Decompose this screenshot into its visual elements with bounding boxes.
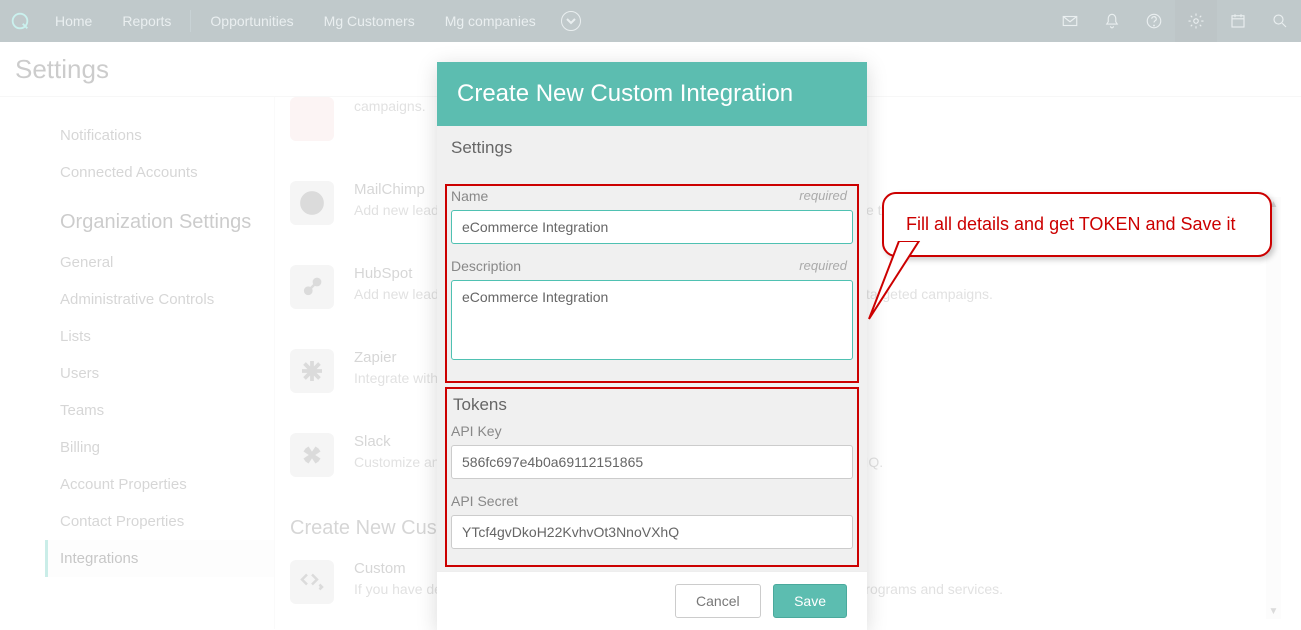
callout-text: Fill all details and get TOKEN and Save … [906, 212, 1248, 237]
tokens-highlight: Tokens API Key API Secret [445, 387, 859, 567]
tokens-heading: Tokens [453, 395, 853, 415]
cancel-button[interactable]: Cancel [675, 584, 761, 618]
annotation-callout: Fill all details and get TOKEN and Save … [882, 192, 1272, 257]
apikey-label: API Key [451, 423, 853, 439]
description-input[interactable] [451, 280, 853, 360]
create-integration-modal: Create New Custom Integration Settings N… [437, 62, 867, 630]
apisecret-label: API Secret [451, 493, 853, 509]
description-label: Description [451, 258, 853, 274]
apisecret-input[interactable] [451, 515, 853, 549]
apikey-input[interactable] [451, 445, 853, 479]
callout-tail-icon [864, 241, 924, 321]
modal-title: Create New Custom Integration [437, 62, 867, 126]
required-tag: required [799, 258, 847, 273]
save-button[interactable]: Save [773, 584, 847, 618]
required-tag: required [799, 188, 847, 203]
name-label: Name [451, 188, 853, 204]
settings-highlight: Name required Description required [445, 184, 859, 383]
settings-heading: Settings [451, 138, 853, 158]
name-input[interactable] [451, 210, 853, 244]
